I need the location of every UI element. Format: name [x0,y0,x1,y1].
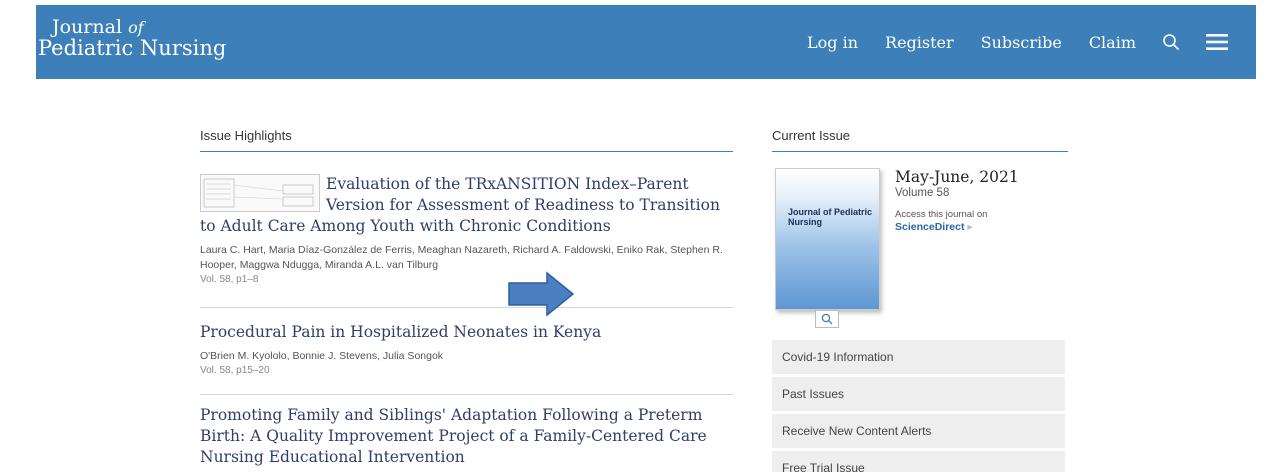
zoom-cover-button[interactable] [815,310,839,328]
issue-date[interactable]: May-June, 2021 [895,168,1019,186]
login-link[interactable]: Log in [807,33,858,52]
menu-content-alerts[interactable]: Receive New Content Alerts [772,414,1065,448]
access-text: Access this journal on [895,209,988,220]
chevron-right-icon: ▸ [967,221,973,233]
article-item: Procedural Pain in Hospitalized Neonates… [200,322,733,378]
menu-covid-info[interactable]: Covid-19 Information [772,340,1065,374]
issue-highlights-heading: Issue Highlights [200,128,733,152]
cover-journal-title: Journal of Pediatric Nursing [788,207,873,227]
article-authors: Laura C. Hart, Maria Díaz-González de Fe… [200,244,723,271]
subscribe-link[interactable]: Subscribe [981,33,1062,52]
logo-line1-italic: of [128,18,144,37]
divider [200,394,733,395]
register-link[interactable]: Register [885,33,954,52]
article-title[interactable]: Procedural Pain in Hospitalized Neonates… [200,322,733,343]
sciencedirect-label: ScienceDirect [895,221,965,233]
issue-volume: Volume 58 [895,187,950,199]
article-item: Evaluation of the TRxANSITION Index–Pare… [200,174,733,287]
magnifier-icon [821,313,833,325]
issue-cover-image[interactable]: Journal of Pediatric Nursing [775,168,880,310]
menu-past-issues[interactable]: Past Issues [772,377,1065,411]
article-volume: Vol. 58, p15–20 [200,365,270,376]
divider [200,307,733,308]
sciencedirect-link[interactable]: ScienceDirect ▸ [895,221,973,233]
search-icon[interactable] [1162,33,1180,51]
logo-line1: Journal [52,16,123,38]
current-issue-heading: Current Issue [772,128,1068,152]
hamburger-menu-icon[interactable] [1206,34,1228,50]
arrow-right-icon [508,271,575,317]
logo-line2: Pediatric Nursing [38,36,227,60]
site-header: Journal of Pediatric Nursing Log in Regi… [36,5,1256,79]
menu-free-trial[interactable]: Free Trial Issue [772,451,1065,472]
article-item: Promoting Family and Siblings' Adaptatio… [200,405,733,468]
article-authors: O'Brien M. Kyololo, Bonnie J. Stevens, J… [200,350,444,362]
journal-logo[interactable]: Journal of Pediatric Nursing [38,16,227,60]
article-title[interactable]: Promoting Family and Siblings' Adaptatio… [200,405,733,468]
article-thumbnail[interactable] [200,174,320,212]
claim-link[interactable]: Claim [1089,33,1136,52]
top-nav: Log in Register Subscribe Claim [780,5,1228,79]
article-volume: Vol. 58, p1–8 [200,274,259,285]
